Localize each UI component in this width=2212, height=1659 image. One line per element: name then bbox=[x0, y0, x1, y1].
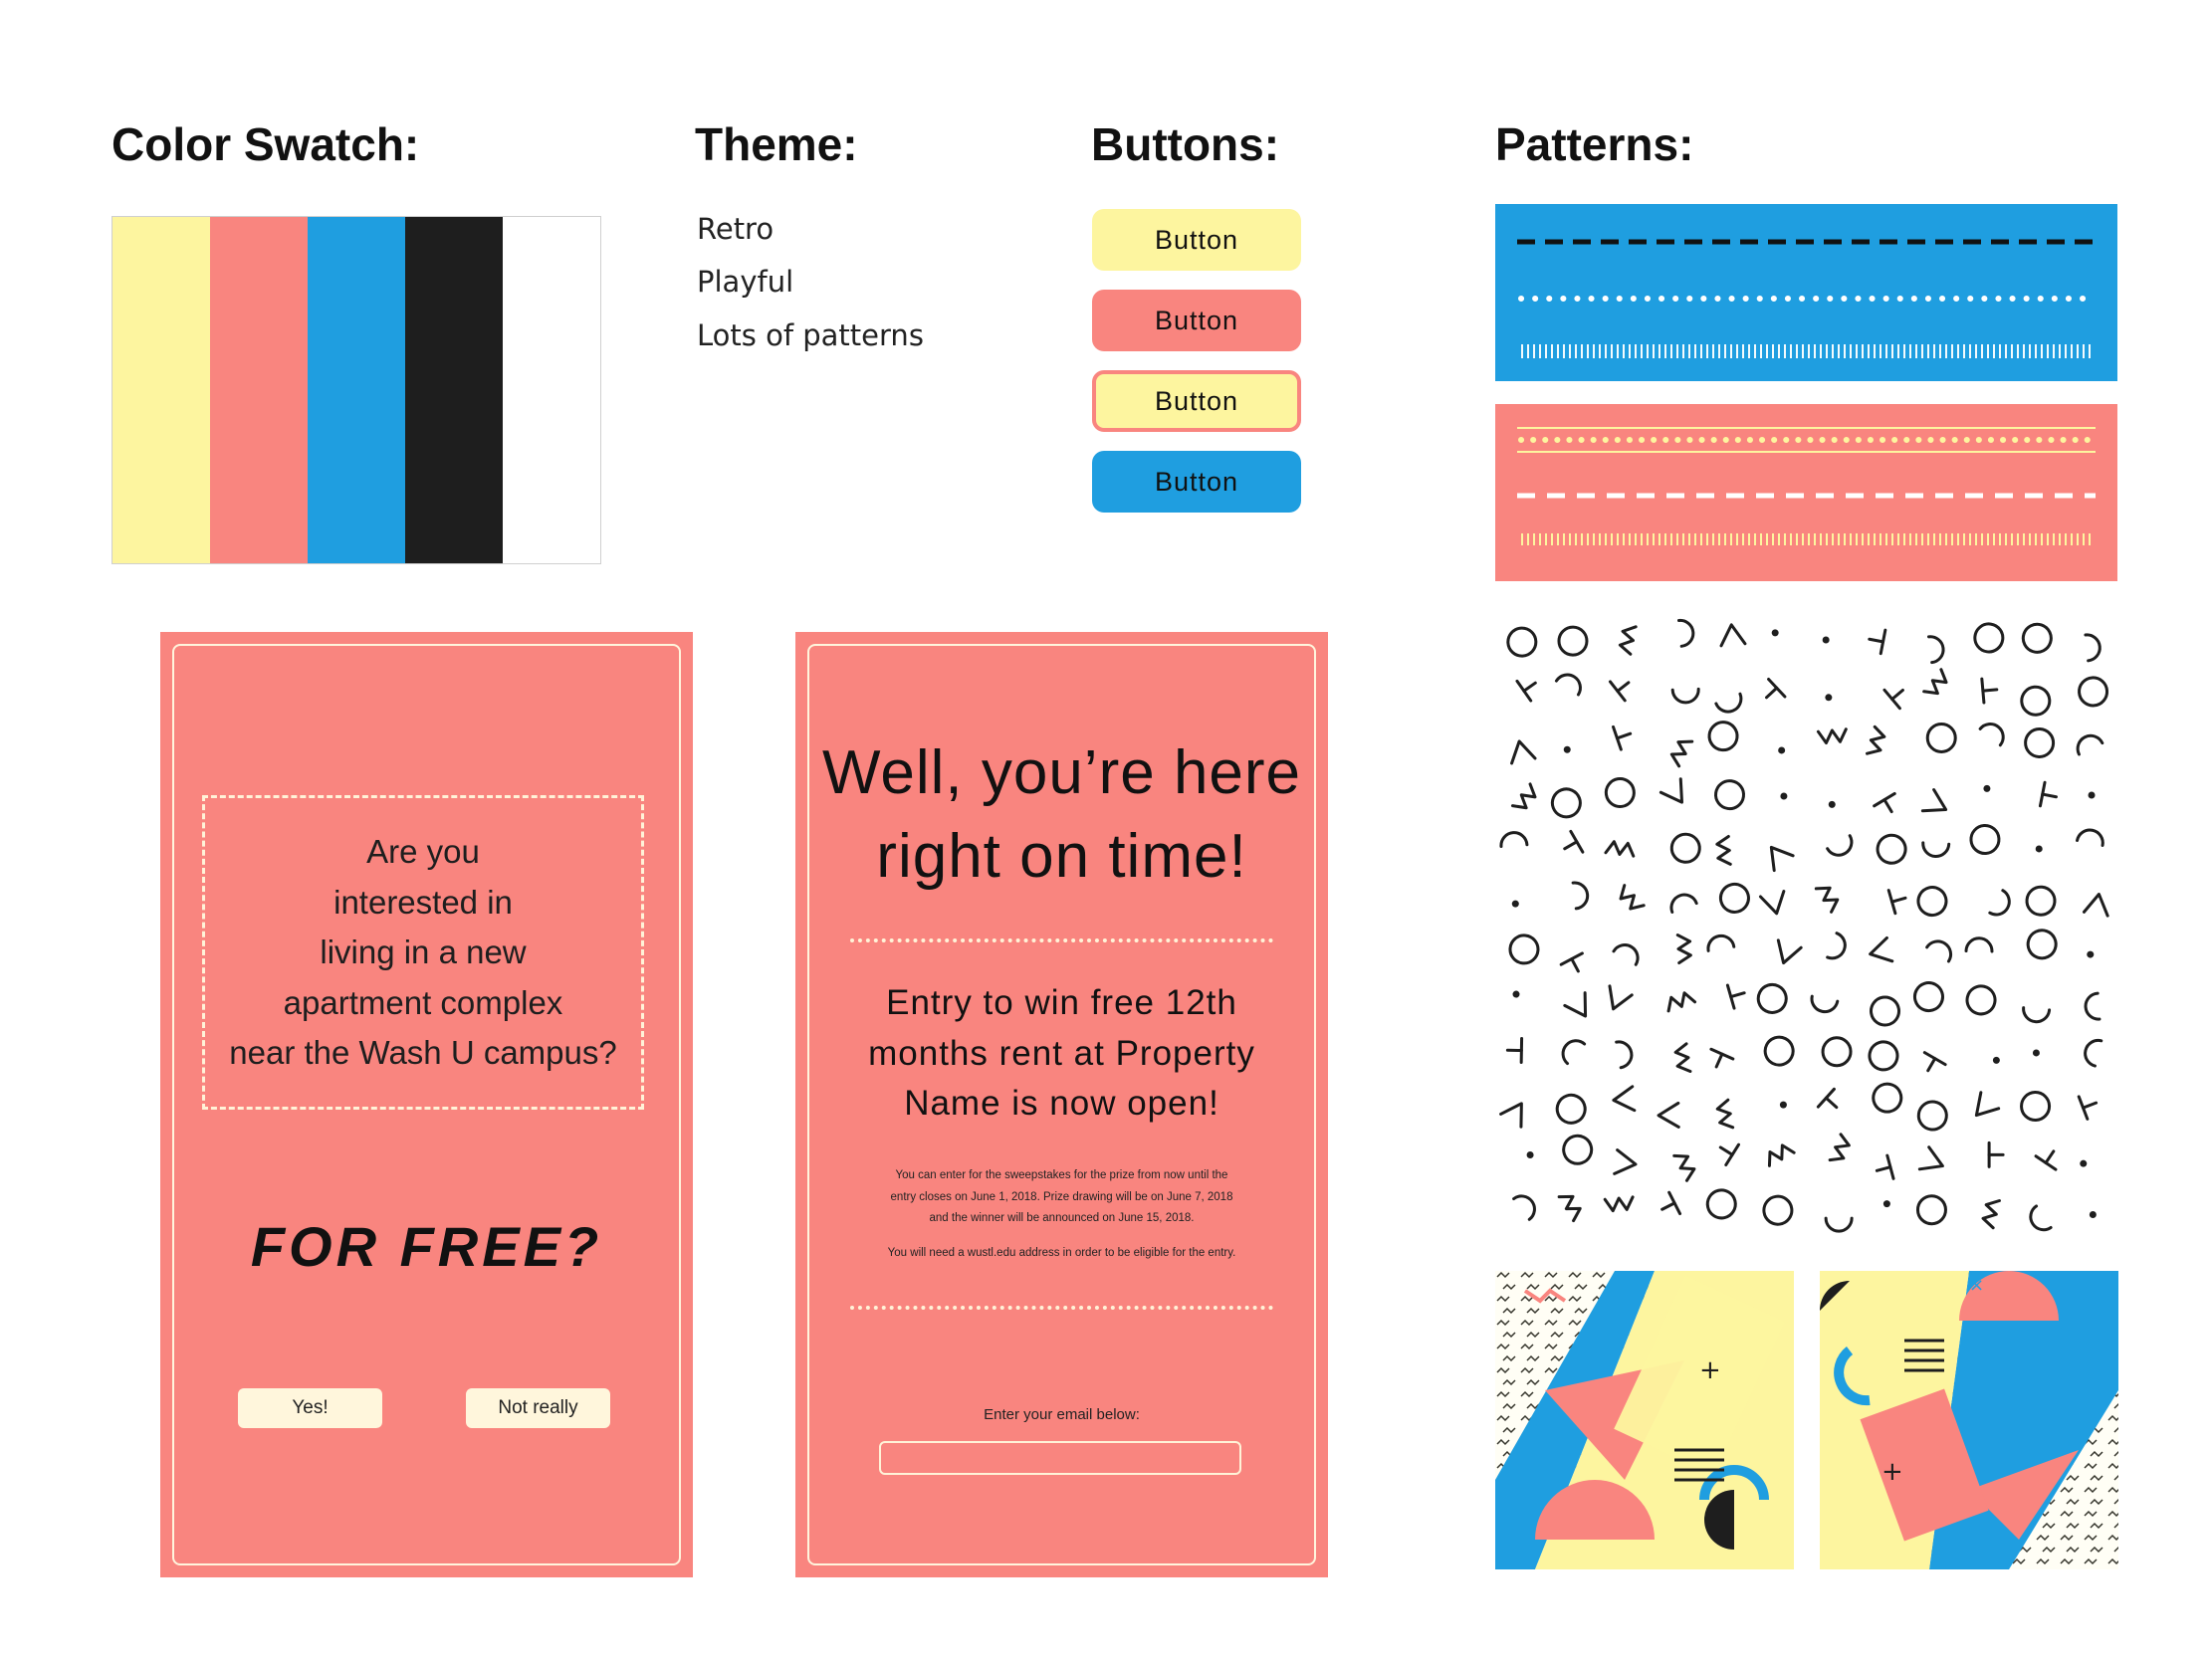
buttons-heading: Buttons: bbox=[1091, 118, 1280, 170]
svg-text:+: + bbox=[1699, 1355, 1721, 1385]
sample-button-coral[interactable]: Button bbox=[1092, 290, 1301, 351]
divider-top bbox=[850, 938, 1273, 942]
pattern-shape bbox=[1526, 1150, 1534, 1158]
pattern-shape bbox=[1983, 784, 1991, 792]
theme-item-retro: Retro bbox=[697, 212, 774, 246]
swatch-yellow bbox=[112, 217, 210, 563]
fine-print-line: entry closes on June 1, 2018. Prize draw… bbox=[890, 1190, 1233, 1203]
pattern-shape bbox=[1981, 688, 1999, 693]
pattern-shape bbox=[2088, 791, 2096, 799]
pattern-shape bbox=[2032, 1049, 2040, 1057]
pattern-strip-blue bbox=[1495, 204, 2117, 381]
sample-button-yellow-outlined[interactable]: Button bbox=[1092, 370, 1301, 432]
pattern-shape bbox=[1992, 1056, 2000, 1064]
color-swatch-heading: Color Swatch: bbox=[111, 118, 420, 170]
pattern-shape bbox=[1780, 792, 1788, 800]
question-line: Are you bbox=[366, 833, 480, 870]
patterns-heading: Patterns: bbox=[1495, 118, 1694, 170]
pattern-tile-right: + × bbox=[1820, 1271, 2118, 1569]
card-free-apartment: Are you interested in living in a new ap… bbox=[160, 632, 693, 1577]
question-line: near the Wash U campus? bbox=[229, 1034, 617, 1071]
swatch-coral bbox=[210, 217, 308, 563]
not-really-button[interactable]: Not really bbox=[466, 1388, 610, 1428]
question-line: apartment complex bbox=[283, 983, 563, 1021]
email-field[interactable] bbox=[879, 1441, 1241, 1475]
fine-print: You can enter for the sweepstakes for th… bbox=[795, 1165, 1328, 1230]
for-free-text: FOR FREE? bbox=[250, 1215, 603, 1278]
pattern-shape bbox=[1563, 745, 1571, 753]
subhead-line: Name is now open! bbox=[904, 1084, 1219, 1123]
pattern-shape bbox=[2087, 950, 2095, 958]
question-text: Are you interested in living in a new ap… bbox=[202, 827, 644, 1079]
svg-text:×: × bbox=[1969, 1275, 1984, 1296]
pattern-shape bbox=[1511, 900, 1519, 908]
swatch-white bbox=[503, 217, 600, 563]
subhead-line: months rent at Property bbox=[868, 1033, 1255, 1073]
divider-bottom bbox=[850, 1306, 1273, 1310]
theme-heading: Theme: bbox=[695, 118, 858, 170]
color-swatch bbox=[111, 216, 601, 564]
question-line: interested in bbox=[333, 883, 513, 921]
fine-print-line: and the winner will be announced on June… bbox=[929, 1212, 1195, 1224]
pattern-shape bbox=[1822, 636, 1830, 644]
subhead: Entry to win free 12th months rent at Pr… bbox=[795, 978, 1328, 1130]
headline: Well, you’re here right on time! bbox=[795, 731, 1328, 899]
theme-item-patterns: Lots of patterns bbox=[697, 318, 924, 352]
pattern-shape bbox=[1779, 1101, 1787, 1109]
subhead-line: Entry to win free 12th bbox=[886, 983, 1237, 1022]
pattern-shape bbox=[2035, 845, 2043, 853]
pattern-shape bbox=[1825, 694, 1833, 702]
pattern-shape bbox=[1771, 629, 1779, 637]
pattern-shape bbox=[1828, 800, 1836, 808]
svg-text:+: + bbox=[1881, 1457, 1903, 1487]
pattern-strip-coral bbox=[1495, 404, 2117, 581]
yes-button[interactable]: Yes! bbox=[238, 1388, 382, 1428]
fine-print-line: You can enter for the sweepstakes for th… bbox=[895, 1169, 1228, 1181]
question-line: living in a new bbox=[320, 933, 527, 970]
memphis-pattern bbox=[1495, 614, 2117, 1236]
theme-item-playful: Playful bbox=[697, 265, 794, 299]
headline-line: right on time! bbox=[876, 822, 1247, 891]
eligibility-note: You will need a wustl.edu address in ord… bbox=[887, 1247, 1236, 1259]
sample-button-yellow[interactable]: Button bbox=[1092, 209, 1301, 271]
email-prompt: Enter your email below: bbox=[984, 1406, 1140, 1423]
pattern-shape bbox=[2080, 1159, 2088, 1167]
pattern-tile-left: + bbox=[1495, 1271, 1794, 1569]
pattern-shape bbox=[1778, 746, 1786, 754]
swatch-black bbox=[405, 217, 503, 563]
sample-button-blue[interactable]: Button bbox=[1092, 451, 1301, 513]
headline-line: Well, you’re here bbox=[821, 738, 1302, 807]
card-sweepstakes: Well, you’re here right on time! Entry t… bbox=[795, 632, 1328, 1577]
pattern-shape bbox=[1512, 990, 1520, 998]
pattern-shape bbox=[1882, 1200, 1890, 1208]
pattern-shape bbox=[2089, 1211, 2097, 1219]
swatch-blue bbox=[308, 217, 405, 563]
